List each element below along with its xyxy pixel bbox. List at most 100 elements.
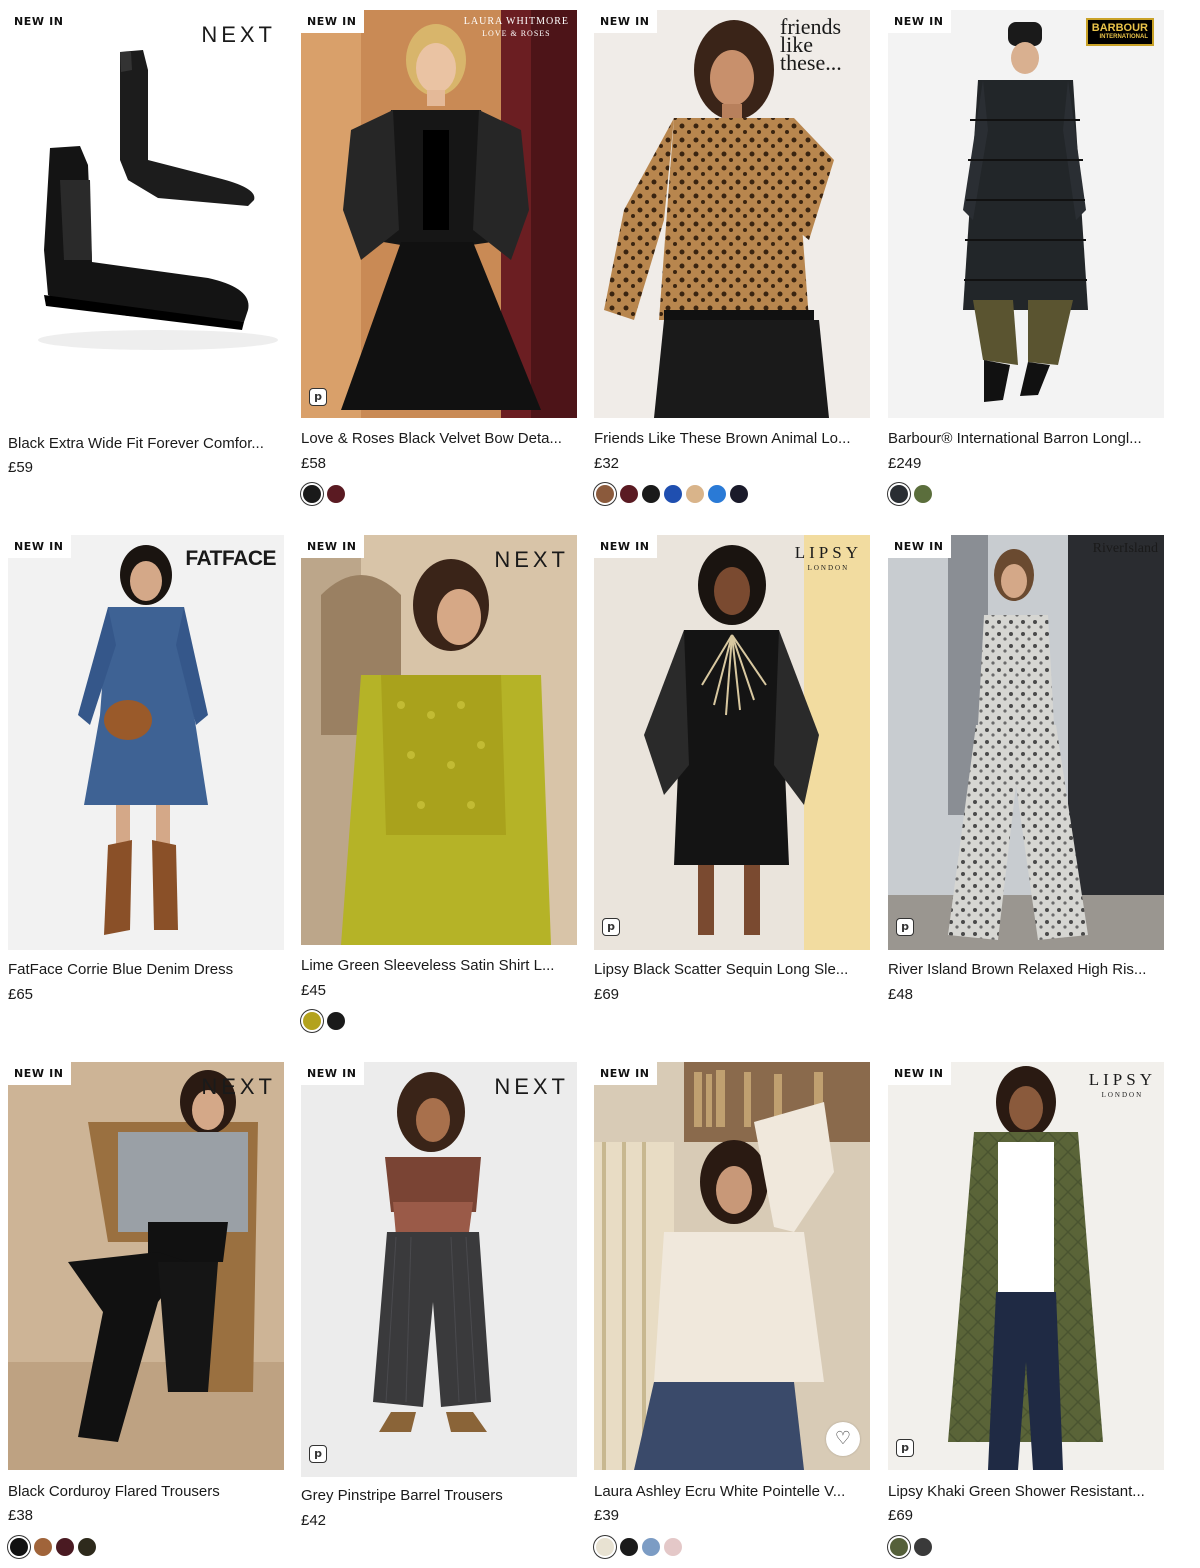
new-in-badge: NEW IN [301, 1062, 364, 1085]
brand-logo: LAURA WHITMORE LOVE & ROSES [464, 16, 569, 40]
colour-swatch[interactable] [642, 1538, 660, 1556]
colour-swatch[interactable] [664, 485, 682, 503]
brand-logo: NEXT [201, 22, 276, 47]
product-image[interactable]: NEW IN LIPSY LONDON p [594, 535, 870, 950]
brand-name: LIPSY [1088, 1070, 1156, 1089]
brand-sub: LOVE & ROSES [482, 29, 551, 38]
pinterest-icon[interactable]: p [602, 918, 620, 936]
colour-swatch[interactable] [327, 1012, 345, 1030]
colour-swatch[interactable] [56, 1538, 74, 1556]
product-image[interactable]: NEW IN ♡ [594, 1062, 870, 1470]
colour-swatch[interactable] [596, 485, 614, 503]
new-in-badge: NEW IN [301, 535, 364, 558]
new-in-badge: NEW IN [888, 10, 951, 33]
new-in-badge: NEW IN [594, 535, 657, 558]
new-in-badge: NEW IN [594, 1062, 657, 1085]
new-in-badge: NEW IN [888, 1062, 951, 1085]
brand-name: LIPSY [794, 543, 862, 562]
pinterest-icon[interactable]: p [309, 1445, 327, 1463]
product-title[interactable]: Black Corduroy Flared Trousers [8, 1483, 284, 1500]
product-price: £45 [301, 982, 327, 999]
colour-swatch[interactable] [620, 1538, 638, 1556]
brand-logo: LIPSY LONDON [1089, 1070, 1156, 1099]
colour-swatch[interactable] [890, 485, 908, 503]
product-title[interactable]: Laura Ashley Ecru White Pointelle V... [594, 1483, 870, 1500]
brand-logo: FATFACE [185, 547, 276, 570]
product-image[interactable]: NEW IN friends like these... [594, 10, 870, 418]
brand-sub: LONDON [1101, 1091, 1144, 1099]
brand-logo: NEXT [494, 547, 569, 572]
brand-logo: BARBOUR INTERNATIONAL [1085, 18, 1154, 46]
product-image[interactable]: NEW IN RiverIsland p [888, 535, 1164, 950]
colour-swatches [8, 1538, 100, 1562]
colour-swatches [301, 1012, 349, 1036]
brand-logo: RiverIsland [1092, 541, 1158, 556]
product-title[interactable]: Love & Roses Black Velvet Bow Deta... [301, 430, 577, 447]
product-title[interactable]: FatFace Corrie Blue Denim Dress [8, 961, 284, 978]
product-price: £38 [8, 1507, 34, 1524]
colour-swatch[interactable] [708, 485, 726, 503]
colour-swatch[interactable] [34, 1538, 52, 1556]
product-image[interactable]: NEW IN BARBOUR INTERNATIONAL [888, 10, 1164, 418]
product-image[interactable]: NEW IN NEXT [301, 535, 577, 945]
colour-swatch[interactable] [620, 485, 638, 503]
colour-swatch[interactable] [642, 485, 660, 503]
product-image[interactable]: NEW IN NEXT [8, 1062, 284, 1470]
pinterest-icon[interactable]: p [896, 1439, 914, 1457]
colour-swatch[interactable] [303, 485, 321, 503]
product-title[interactable]: Lipsy Black Scatter Sequin Long Sle... [594, 961, 870, 978]
colour-swatch[interactable] [10, 1538, 28, 1556]
new-in-badge: NEW IN [888, 535, 951, 558]
product-price: £42 [301, 1512, 327, 1529]
product-price: £32 [594, 455, 620, 472]
brand-logo: friends like these... [780, 14, 842, 75]
colour-swatch[interactable] [730, 485, 748, 503]
colour-swatches [888, 485, 936, 509]
product-image[interactable]: NEW IN LIPSY LONDON p [888, 1062, 1164, 1470]
brand-logo: NEXT [494, 1074, 569, 1099]
colour-swatch[interactable] [890, 1538, 908, 1556]
product-price: £48 [888, 986, 914, 1003]
brand-logo: NEXT [201, 1074, 276, 1099]
brand-sub: LONDON [807, 564, 850, 572]
colour-swatch[interactable] [78, 1538, 96, 1556]
product-title[interactable]: Barbour® International Barron Longl... [888, 430, 1164, 447]
new-in-badge: NEW IN [8, 1062, 71, 1085]
brand-name: BARBOUR [1091, 22, 1148, 34]
colour-swatch[interactable] [596, 1538, 614, 1556]
product-price: £39 [594, 1507, 620, 1524]
product-image[interactable]: NEW IN LAURA WHITMORE LOVE & ROSES p [301, 10, 577, 418]
brand-sub: INTERNATIONAL [1099, 34, 1148, 40]
product-image[interactable]: NEW IN FATFACE [8, 535, 284, 950]
product-price: £249 [888, 455, 922, 472]
colour-swatch[interactable] [686, 485, 704, 503]
heart-icon[interactable]: ♡ [826, 1422, 860, 1456]
product-title[interactable]: Friends Like These Brown Animal Lo... [594, 430, 870, 447]
product-price: £69 [594, 986, 620, 1003]
new-in-badge: NEW IN [8, 10, 71, 33]
pinterest-icon[interactable]: p [309, 388, 327, 406]
product-price: £58 [301, 455, 327, 472]
product-title[interactable]: Lipsy Khaki Green Shower Resistant... [888, 1483, 1164, 1500]
product-title[interactable]: Grey Pinstripe Barrel Trousers [301, 1487, 577, 1504]
colour-swatch[interactable] [327, 485, 345, 503]
product-image[interactable]: NEW IN NEXT [8, 10, 284, 420]
colour-swatches [594, 485, 752, 509]
product-image[interactable]: NEW IN NEXT p [301, 1062, 577, 1477]
colour-swatches [888, 1538, 936, 1562]
colour-swatch[interactable] [303, 1012, 321, 1030]
colour-swatches [594, 1538, 686, 1562]
pinterest-icon[interactable]: p [896, 918, 914, 936]
colour-swatch[interactable] [914, 1538, 932, 1556]
new-in-badge: NEW IN [594, 10, 657, 33]
product-title[interactable]: Black Extra Wide Fit Forever Comfor... [8, 435, 284, 452]
brand-name: LAURA WHITMORE [463, 16, 569, 27]
colour-swatch[interactable] [914, 485, 932, 503]
product-price: £59 [8, 459, 34, 476]
new-in-badge: NEW IN [301, 10, 364, 33]
colour-swatch[interactable] [664, 1538, 682, 1556]
product-title[interactable]: Lime Green Sleeveless Satin Shirt L... [301, 957, 577, 974]
brand-logo: LIPSY LONDON [795, 543, 862, 572]
product-title[interactable]: River Island Brown Relaxed High Ris... [888, 961, 1164, 978]
new-in-badge: NEW IN [8, 535, 71, 558]
